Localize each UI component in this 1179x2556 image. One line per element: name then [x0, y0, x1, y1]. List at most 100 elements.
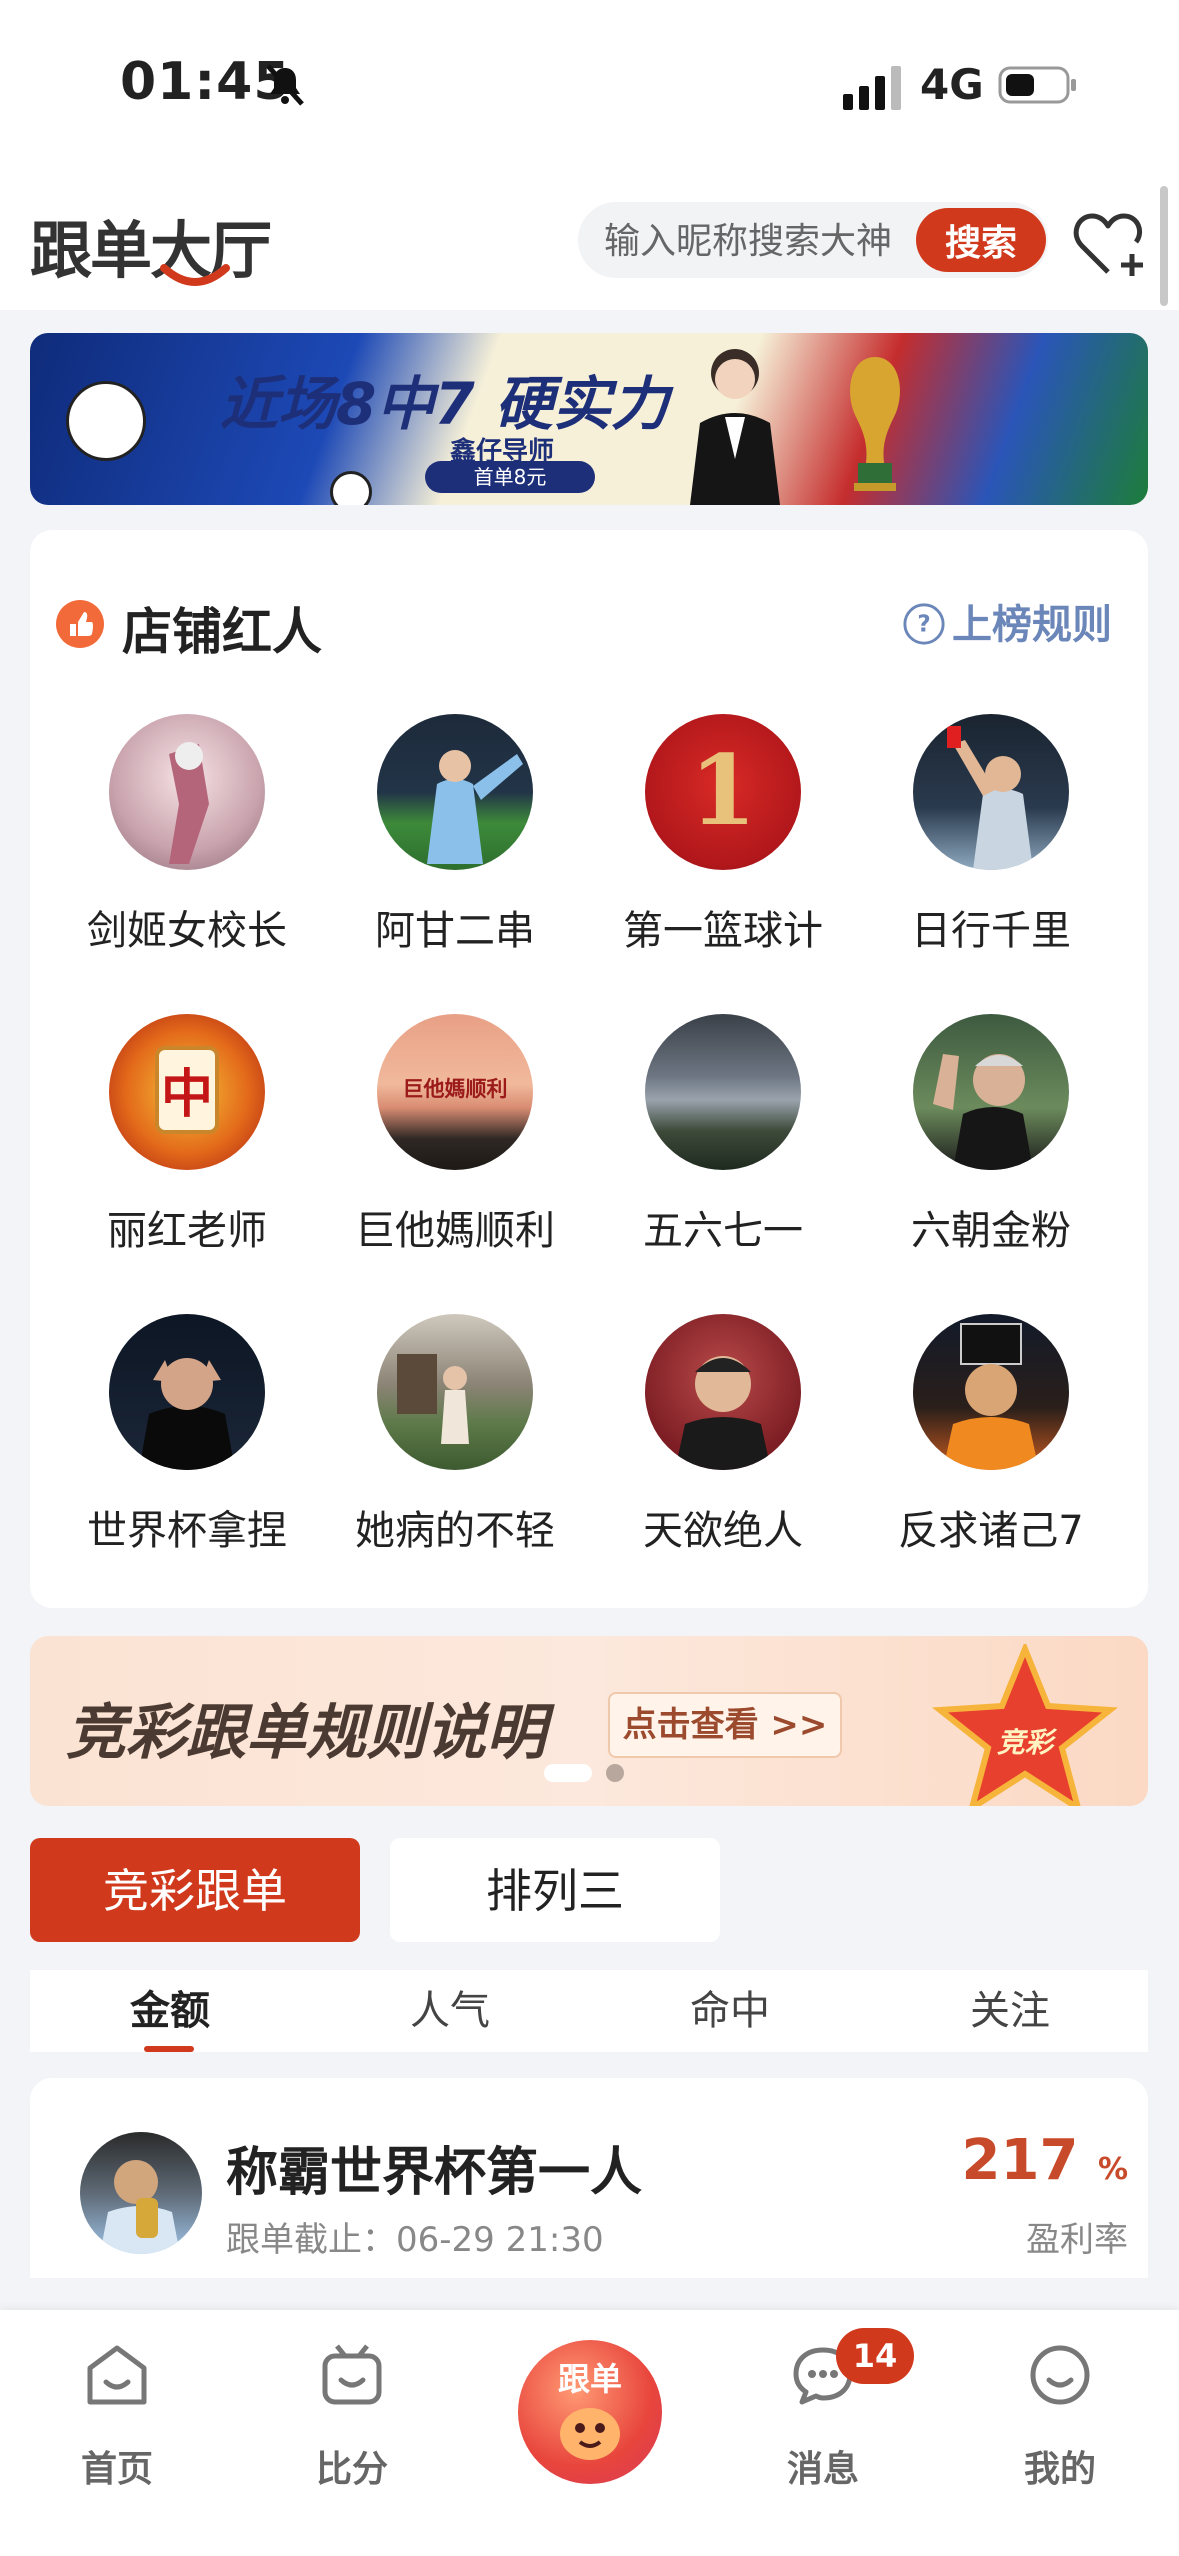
influencer-name: 巨他媽顺利: [355, 1208, 555, 1254]
influencer-item[interactable]: 天欲绝人: [566, 1314, 880, 1574]
influencer-item[interactable]: 1 第一篮球计: [566, 714, 880, 974]
fire-thumb-icon: [56, 600, 104, 648]
avatar: [645, 1314, 801, 1470]
influencer-item[interactable]: 她病的不轻: [298, 1314, 612, 1574]
influencer-item[interactable]: 阿甘二串: [298, 714, 612, 974]
rules-link[interactable]: ? 上榜规则: [902, 592, 1112, 650]
influencer-name: 六朝金粉: [911, 1208, 1071, 1254]
star-icon: 竞彩: [932, 1644, 1118, 1806]
influencer-name: 日行千里: [911, 908, 1071, 954]
promo-view-button[interactable]: 点击查看 >>: [608, 1692, 842, 1758]
carousel-dot[interactable]: [606, 1764, 624, 1782]
avatar: [645, 1014, 801, 1170]
profit-unit: %: [1097, 2152, 1128, 2187]
profit-label: 盈利率: [1026, 2220, 1128, 2260]
influencer-name: 五六七一: [643, 1208, 803, 1254]
influencer-item[interactable]: 日行千里: [834, 714, 1148, 974]
influencer-item[interactable]: 反求诸己7: [834, 1314, 1148, 1574]
avatar: 1: [645, 714, 801, 870]
nav-score[interactable]: 比分: [277, 2330, 427, 2510]
rules-promo-banner[interactable]: 竞彩跟单规则说明 点击查看 >> 竞彩: [30, 1636, 1148, 1806]
status-bar: 01:45 4G: [0, 0, 1179, 170]
profit-value: 217: [961, 2128, 1079, 2193]
scoreboard-icon: [322, 2344, 382, 2405]
avatar: [109, 714, 265, 870]
sort-amount[interactable]: 金额: [30, 1970, 310, 2052]
influencer-item[interactable]: 巨他媽顺利 巨他媽顺利: [298, 1014, 612, 1274]
nav-home[interactable]: 首页: [42, 2330, 192, 2510]
sort-active-indicator: [144, 2046, 194, 2052]
carousel-dots: [544, 1764, 624, 1786]
avatar: [377, 1314, 533, 1470]
tab-pick-three[interactable]: 排列三: [390, 1838, 720, 1942]
svg-text:?: ?: [917, 612, 930, 638]
rules-label: 上榜规则: [952, 602, 1112, 648]
nav-label: 消息: [786, 2449, 859, 2490]
app-logo: 跟单大厅: [30, 214, 272, 287]
expert-name: 称霸世界杯第一人: [226, 2143, 643, 2203]
bell-muted-icon: [266, 64, 304, 106]
football-icon: [66, 381, 146, 461]
nav-follow-center[interactable]: 跟单: [518, 2340, 662, 2484]
influencer-name: 天欲绝人: [643, 1508, 803, 1554]
influencer-title: 店铺红人: [122, 603, 322, 661]
promo-title: 竞彩跟单规则说明: [66, 1698, 546, 1768]
avatar: [913, 714, 1069, 870]
influencer-item[interactable]: 六朝金粉: [834, 1014, 1148, 1274]
message-count-badge: 14: [836, 2328, 914, 2384]
influencer-name: 世界杯拿捏: [87, 1508, 287, 1554]
avatar: [80, 2132, 202, 2254]
avatar: 巨他媽顺利: [377, 1014, 533, 1170]
influencer-item[interactable]: 五六七一: [566, 1014, 880, 1274]
list-item[interactable]: 称霸世界杯第一人 跟单截止：06-29 21:30 217 % 盈利率: [30, 2078, 1148, 2278]
sort-popularity[interactable]: 人气: [310, 1970, 590, 2052]
influencer-card: 店铺红人 ? 上榜规则 剑姬女校长 阿甘二串 1 第一篮球计 日行千里 中 丽红…: [30, 530, 1148, 1608]
avatar: [913, 1314, 1069, 1470]
profit-rate: 217 %: [962, 2128, 1128, 2193]
bottom-nav: 首页 比分 跟单 消息 14 我的: [0, 2310, 1179, 2556]
scrollbar[interactable]: [1160, 186, 1168, 306]
app-header: 跟单大厅 搜索: [0, 170, 1179, 310]
nav-label: 我的: [1023, 2449, 1096, 2490]
follow-mascot-icon: [560, 2408, 620, 2460]
nav-label: 比分: [315, 2449, 388, 2490]
profile-icon: [1030, 2345, 1090, 2405]
search-input[interactable]: [602, 202, 906, 280]
avatar: [913, 1014, 1069, 1170]
svg-text:巨他媽顺利: 巨他媽顺利: [403, 1077, 508, 1101]
help-icon: ?: [903, 603, 945, 645]
home-icon: [87, 2345, 147, 2405]
nav-profile[interactable]: 我的: [985, 2330, 1135, 2510]
sort-hit-rate[interactable]: 命中: [590, 1970, 870, 2052]
influencer-name: 她病的不轻: [355, 1508, 555, 1554]
network-type: 4G: [920, 60, 984, 109]
avatar: [377, 714, 533, 870]
signal-icon: [843, 66, 901, 110]
battery-icon: [998, 66, 1076, 104]
influencer-item[interactable]: 中 丽红老师: [30, 1014, 344, 1274]
search-button[interactable]: 搜索: [916, 208, 1046, 272]
promo-banner-top[interactable]: 近场8中7 硬实力 鑫仔导师 首单8元: [30, 333, 1148, 505]
influencer-name: 第一篮球计: [623, 908, 823, 954]
sort-follow[interactable]: 关注: [870, 1970, 1150, 2052]
carousel-dot-active[interactable]: [544, 1764, 592, 1782]
svg-text:竞彩: 竞彩: [997, 1726, 1058, 1759]
influencer-item[interactable]: 剑姬女校长: [30, 714, 344, 974]
coach-photo: [690, 349, 780, 505]
sort-bar: 金额 人气 命中 关注: [30, 1970, 1148, 2052]
follow-deadline: 跟单截止：06-29 21:30: [226, 2220, 604, 2260]
banner-title: 近场8中7 硬实力: [220, 370, 669, 438]
svg-text:1: 1: [690, 734, 757, 847]
influencer-item[interactable]: 世界杯拿捏: [30, 1314, 344, 1574]
nav-label: 首页: [80, 2449, 153, 2490]
banner-tag: 首单8元: [425, 461, 595, 493]
influencer-name: 剑姬女校长: [87, 908, 287, 954]
tab-lottery-follow[interactable]: 竞彩跟单: [30, 1838, 360, 1942]
follow-heart-icon[interactable]: [1072, 210, 1150, 280]
trophy-icon: [850, 357, 900, 491]
avatar: [109, 1314, 265, 1470]
svg-text:中: 中: [161, 1065, 213, 1125]
avatar: 中: [109, 1014, 265, 1170]
football-icon-small: [330, 471, 372, 505]
influencer-name: 丽红老师: [107, 1208, 267, 1254]
